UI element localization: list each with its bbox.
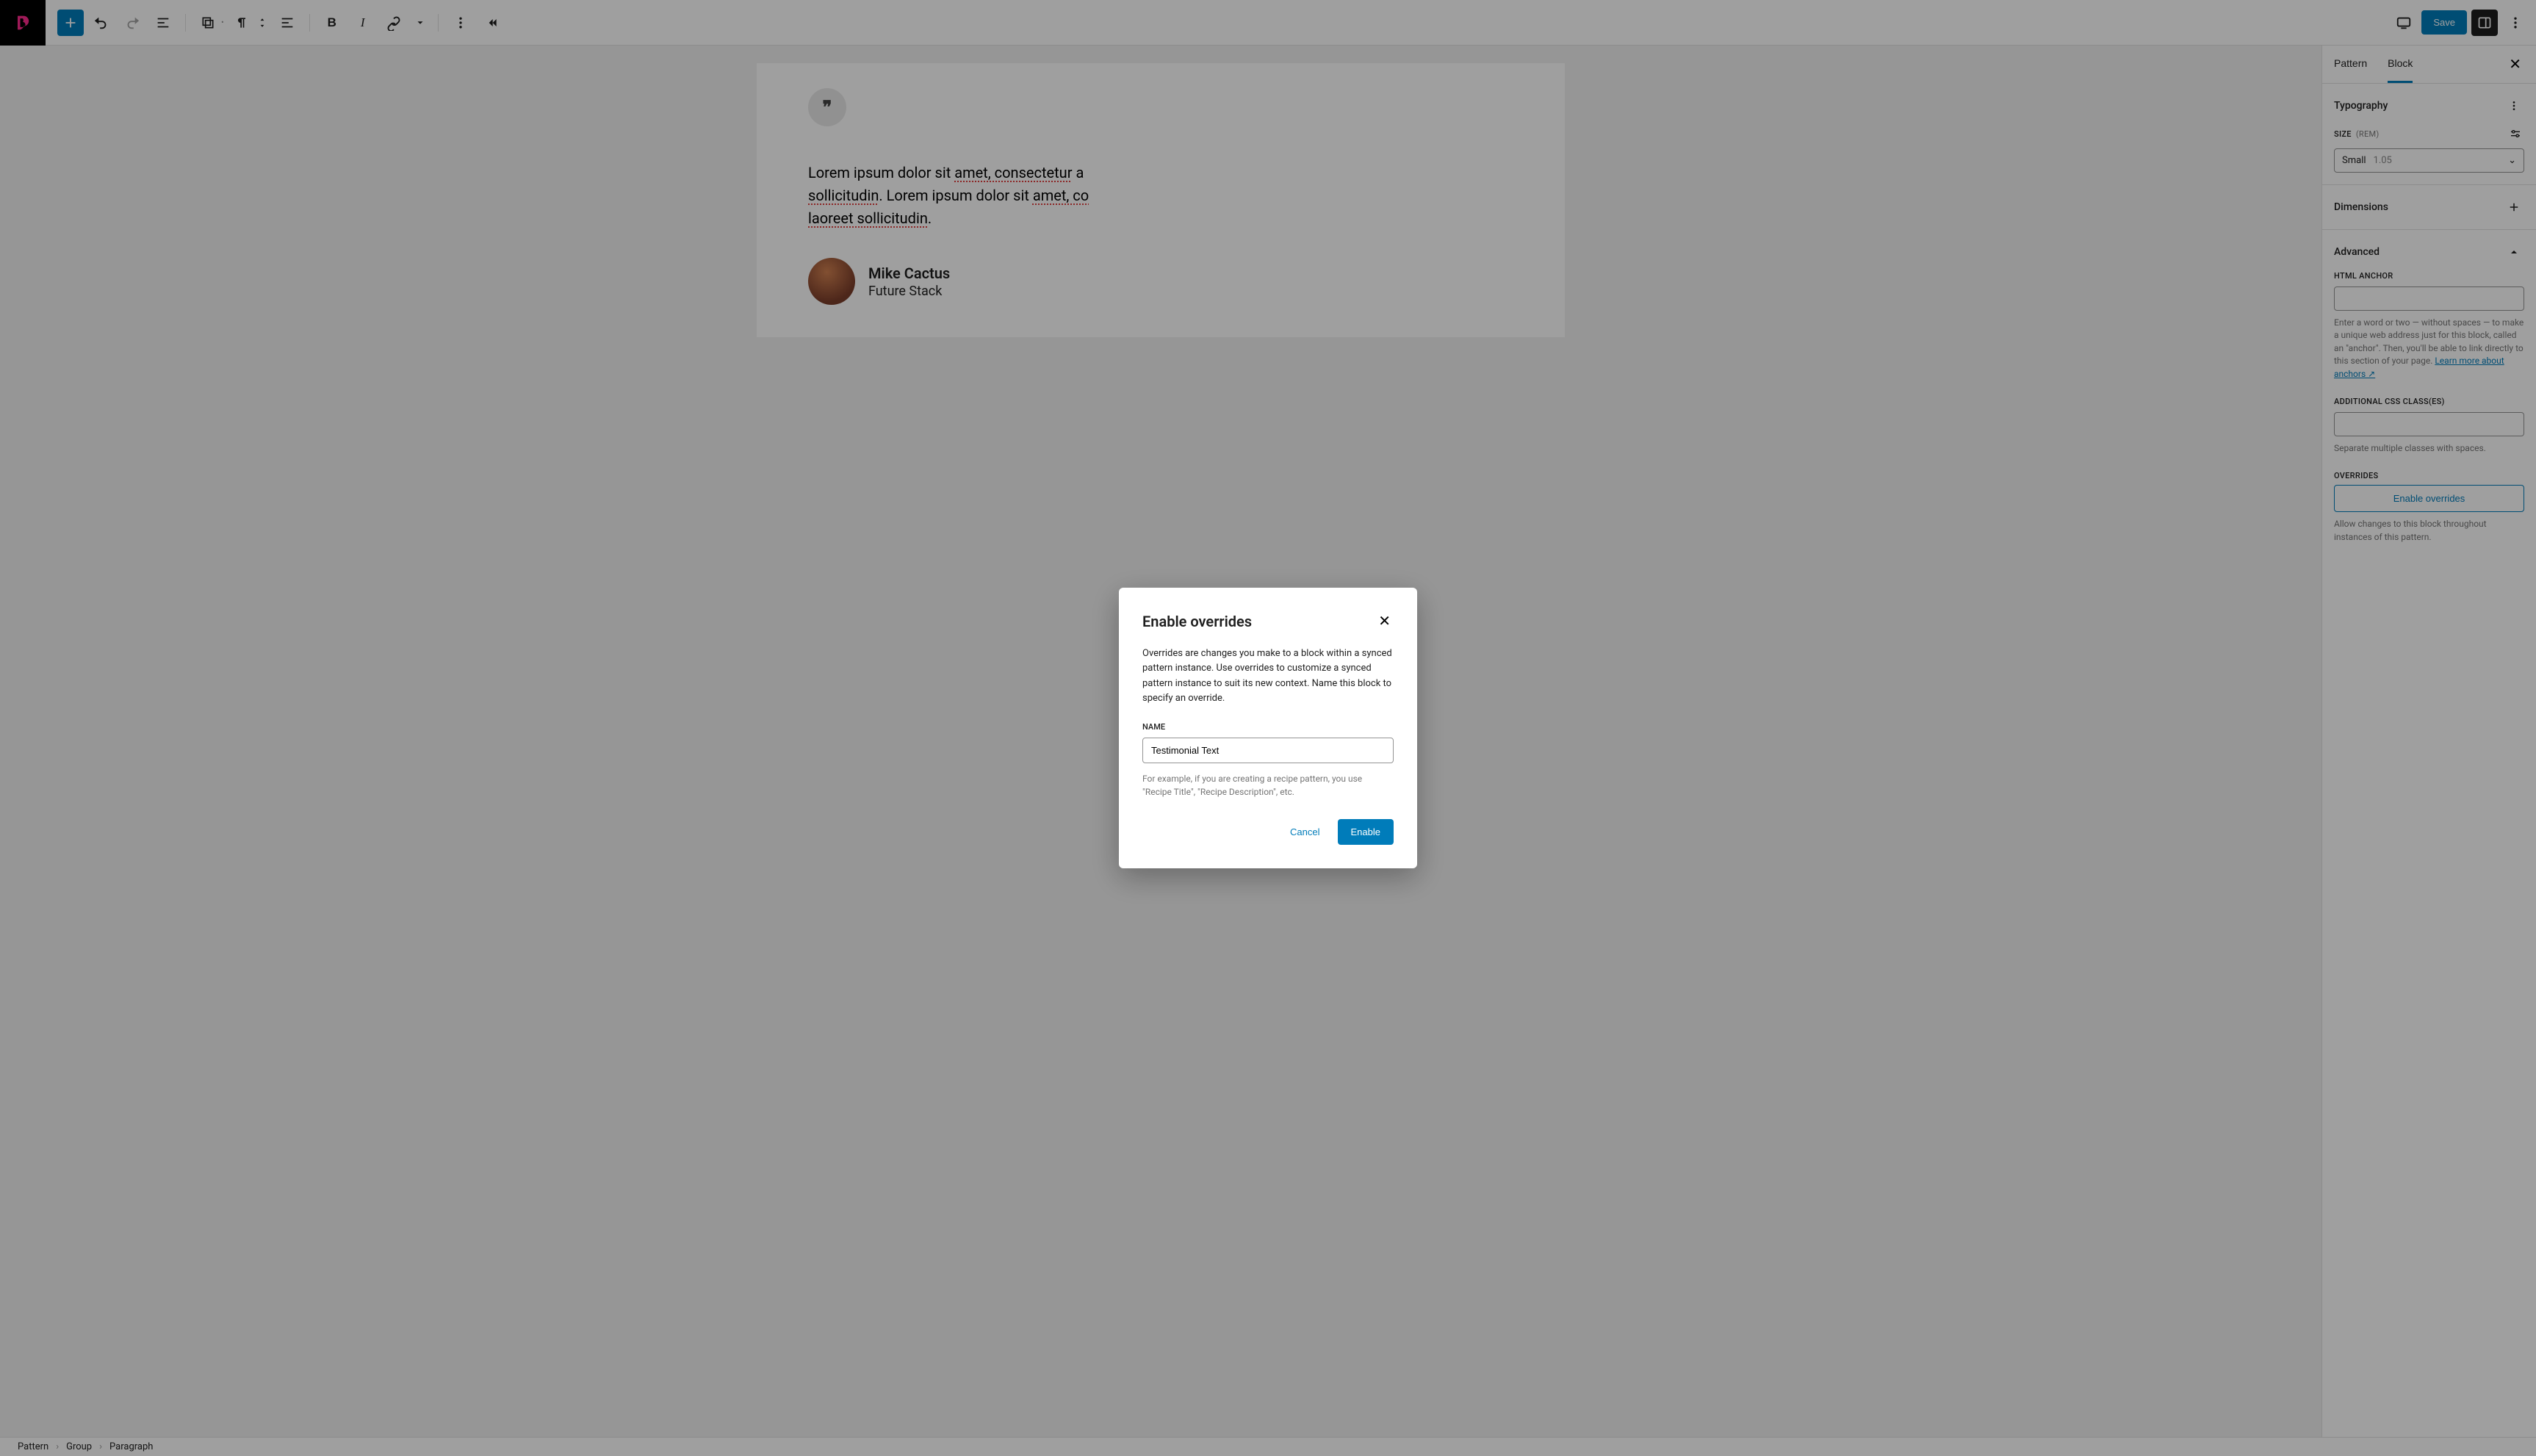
modal-close-button[interactable]: ✕ xyxy=(1375,611,1394,632)
modal-overlay: Enable overrides ✕ Overrides are changes… xyxy=(0,0,2536,1456)
override-name-input[interactable] xyxy=(1142,738,1394,763)
modal-enable-button[interactable]: Enable xyxy=(1338,819,1394,845)
enable-overrides-modal: Enable overrides ✕ Overrides are changes… xyxy=(1119,588,1417,868)
modal-name-label: Name xyxy=(1142,722,1394,732)
modal-hint-text: For example, if you are creating a recip… xyxy=(1142,772,1394,799)
modal-cancel-button[interactable]: Cancel xyxy=(1280,819,1330,845)
modal-description: Overrides are changes you make to a bloc… xyxy=(1142,646,1394,706)
modal-title: Enable overrides xyxy=(1142,613,1252,630)
